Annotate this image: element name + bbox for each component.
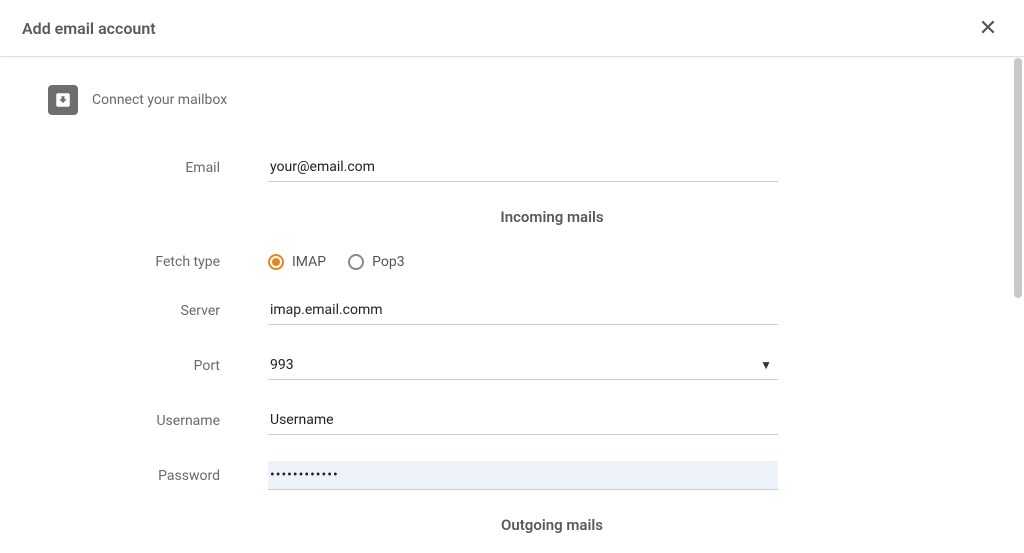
subheading-outgoing: Outgoing mails (48, 516, 976, 534)
label-fetch-type: Fetch type (48, 254, 268, 270)
port-select[interactable]: ▼ (268, 351, 778, 380)
radio-icon (348, 254, 364, 270)
server-input[interactable] (268, 296, 778, 325)
section-subtitle: Connect your mailbox (92, 92, 227, 108)
label-password: Password (48, 468, 268, 484)
dialog-title: Add email account (22, 19, 156, 38)
password-input[interactable] (268, 461, 778, 490)
label-port: Port (48, 358, 268, 374)
subheading-incoming: Incoming mails (48, 208, 976, 226)
label-username: Username (48, 413, 268, 429)
radio-imap[interactable]: IMAP (268, 254, 326, 270)
close-button[interactable]: ✕ (974, 14, 1002, 42)
radio-label-imap: IMAP (292, 254, 326, 270)
label-email: Email (48, 160, 268, 176)
row-email: Email (48, 153, 976, 182)
radio-icon (268, 254, 284, 270)
inbox-download-icon (48, 85, 78, 115)
radio-pop3[interactable]: Pop3 (348, 254, 404, 270)
row-password: Password (48, 461, 976, 490)
dialog-content: Connect your mailbox Email Incoming mail… (0, 57, 1024, 552)
label-server: Server (48, 303, 268, 319)
dialog-header: Add email account ✕ (0, 0, 1024, 57)
port-input[interactable] (268, 351, 754, 379)
email-input[interactable] (268, 153, 778, 182)
section-header: Connect your mailbox (48, 85, 976, 115)
row-fetch-type: Fetch type IMAP Pop3 (48, 254, 976, 270)
row-port: Port ▼ (48, 351, 976, 380)
row-server: Server (48, 296, 976, 325)
row-username: Username (48, 406, 976, 435)
scrollbar-thumb[interactable] (1014, 58, 1022, 298)
username-input[interactable] (268, 406, 778, 435)
close-icon: ✕ (979, 16, 997, 41)
radio-label-pop3: Pop3 (372, 254, 404, 270)
fetch-type-radio-group: IMAP Pop3 (268, 254, 778, 270)
chevron-down-icon: ▼ (754, 358, 778, 372)
